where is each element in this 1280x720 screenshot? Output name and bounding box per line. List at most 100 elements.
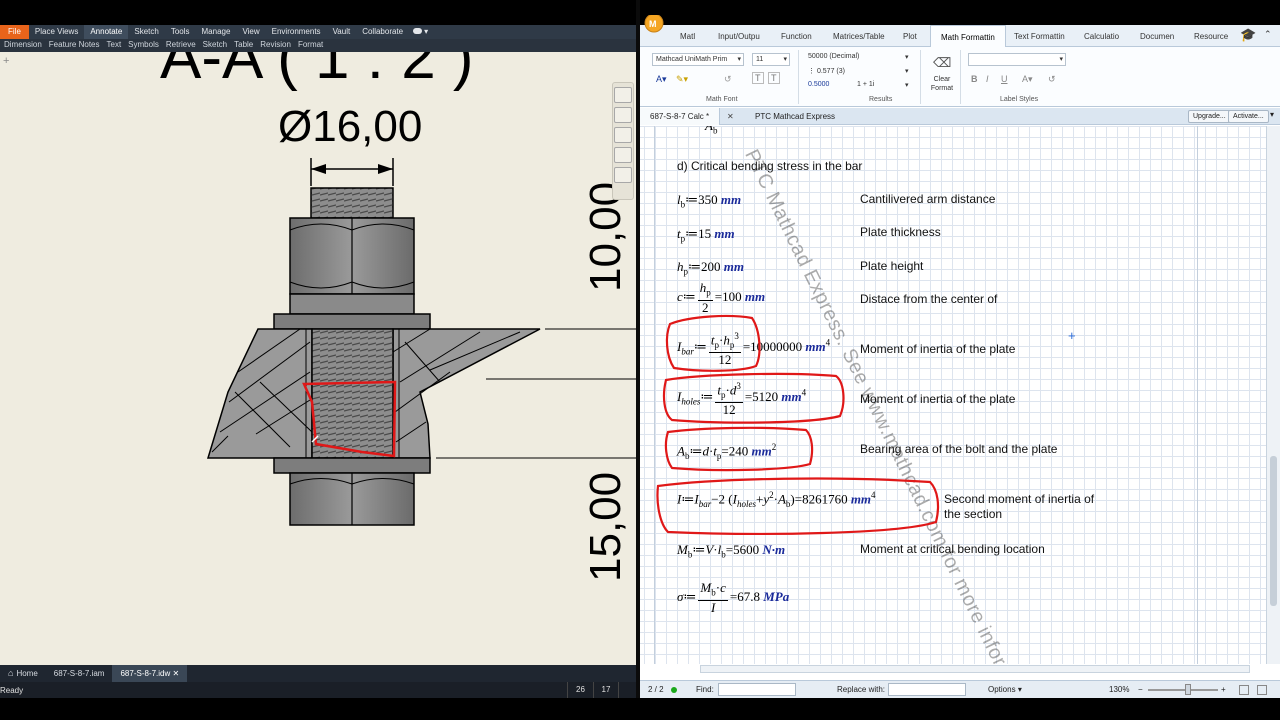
zoom-out-icon[interactable]: − (1138, 685, 1143, 694)
menu-view[interactable]: View (236, 25, 265, 39)
chevron-down-icon[interactable]: ▾ (905, 67, 909, 75)
menu-file[interactable]: File (0, 25, 29, 39)
undo-format-icon[interactable]: ↺ (724, 74, 732, 85)
ribbon-options-dropdown[interactable]: ▾ (409, 25, 432, 39)
tab-plots[interactable]: Plot (903, 32, 917, 41)
tab-home[interactable]: ⌂ Home (0, 665, 46, 682)
comment-i[interactable]: Second moment of inertia of (944, 492, 1094, 506)
undo-format-icon[interactable]: ↺ (1048, 74, 1056, 85)
comment-i-2[interactable]: the section (944, 507, 1002, 521)
panel-format[interactable]: Format (294, 39, 326, 52)
zoom-window-icon[interactable] (614, 167, 632, 183)
highlight-icon[interactable]: ✎▾ (676, 74, 688, 85)
comment-lb[interactable]: Cantilivered arm distance (860, 192, 995, 206)
diameter-dimension[interactable]: Ø16,00 (278, 102, 422, 151)
orbit-icon[interactable] (614, 147, 632, 163)
comment-iholes[interactable]: Moment of inertia of the plate (860, 392, 1015, 406)
chevron-down-icon[interactable]: ▾ (905, 81, 909, 89)
dimension-15[interactable]: 15,00 (581, 472, 630, 582)
math-region-lb[interactable]: lb≔350 mm (677, 192, 741, 210)
tab-math[interactable]: Matl (680, 32, 695, 41)
font-size-select[interactable]: 11 ▾ (752, 53, 790, 66)
activate-button[interactable]: Activate... (1228, 110, 1269, 123)
steering-wheel-icon[interactable] (614, 87, 632, 103)
tab-calculation[interactable]: Calculatio (1084, 32, 1119, 41)
panel-table[interactable]: Table (230, 39, 256, 52)
menu-sketch[interactable]: Sketch (128, 25, 164, 39)
panel-text[interactable]: Text (103, 39, 125, 52)
zoom-slider-handle[interactable] (1185, 684, 1191, 695)
panel-revision[interactable]: Revision (256, 39, 294, 52)
pan-icon[interactable] (614, 107, 632, 123)
panel-sketch[interactable]: Sketch (199, 39, 230, 52)
math-region-mb[interactable]: Mb≔V·lb=5600 N·m (677, 542, 785, 560)
comment-tp[interactable]: Plate thickness (860, 225, 941, 239)
menu-environments[interactable]: Environments (266, 25, 327, 39)
precision[interactable]: 0.5000 (808, 81, 829, 88)
horizontal-scrollbar[interactable] (700, 665, 1250, 673)
page-view-icon[interactable] (1239, 685, 1249, 695)
math-region-iholes[interactable]: Iholes≔ tp·d3 12 =5120 mm4 (677, 379, 806, 417)
font-color-icon[interactable]: A▾ (1022, 74, 1033, 85)
tab-matrices[interactable]: Matrices/Table (833, 32, 885, 41)
close-icon[interactable]: ✕ (173, 669, 180, 678)
chevron-up-icon[interactable]: ⌃ (1264, 29, 1272, 40)
upgrade-button[interactable]: Upgrade... (1188, 110, 1231, 123)
math-region-i[interactable]: I≔Ibar−2 (Iholes+y2·Ab)=8261760 mm4 (677, 490, 876, 509)
math-region-ibar[interactable]: Ibar≔ tp·hp3 12 =10000000 mm4 (677, 329, 830, 367)
tab-text-formatting[interactable]: Text Formattin (1014, 32, 1065, 41)
zoom-icon[interactable] (614, 127, 632, 143)
complex-format[interactable]: 1 + 1i (857, 81, 874, 88)
eraser-icon[interactable]: ⌫ (933, 55, 951, 71)
clear-format-button[interactable]: Clear Format (929, 75, 955, 93)
mathcad-logo-icon[interactable]: M (640, 15, 664, 35)
math-region-tp[interactable]: tp≔15 mm (677, 226, 735, 244)
chevron-down-icon[interactable]: ▾ (905, 53, 909, 61)
drawing-canvas[interactable]: + A-A ( 1 : 2 ) Ø16,00 10,00 15,00 (0, 52, 636, 665)
result-format[interactable]: 50000 (Decimal) (808, 53, 859, 60)
zoom-in-icon[interactable]: + (1221, 685, 1226, 694)
menu-manage[interactable]: Manage (196, 25, 237, 39)
math-region-c[interactable]: c≔ hp 2 =100 mm (677, 281, 765, 315)
find-input[interactable] (718, 683, 796, 696)
math-region-ab[interactable]: Ab≔d·tp=240 mm2 (677, 442, 776, 461)
menu-tools[interactable]: Tools (165, 25, 196, 39)
font-color-icon[interactable]: A▾ (656, 74, 667, 85)
panel-symbols[interactable]: Symbols (124, 39, 162, 52)
close-icon[interactable]: ✕ (727, 108, 734, 125)
tab-resources[interactable]: Resource (1194, 32, 1228, 41)
tab-input-output[interactable]: Input/Outpu (718, 32, 760, 41)
math-region-hp[interactable]: hp≔200 mm (677, 259, 744, 277)
font-name-select[interactable]: Mathcad UniMath Prim ▾ (652, 53, 744, 66)
worksheet[interactable]: PTC Mathcad Express. See www.mathcad.com… (640, 126, 1266, 664)
comment-ibar[interactable]: Moment of inertia of the plate (860, 342, 1015, 356)
menu-place-views[interactable]: Place Views (29, 25, 84, 39)
bold-button[interactable]: B (971, 74, 978, 84)
tab-document[interactable]: Documen (1140, 32, 1174, 41)
tab-functions[interactable]: Function (781, 32, 812, 41)
scroll-thumb[interactable] (1270, 456, 1277, 606)
panel-feature-notes[interactable]: Feature Notes (45, 39, 103, 52)
italic-math-icon[interactable]: T (768, 72, 780, 84)
bold-math-icon[interactable]: T (752, 72, 764, 84)
comment-hp[interactable]: Plate height (860, 259, 923, 273)
comment-ab[interactable]: Bearing area of the bolt and the plate (860, 442, 1057, 456)
comment-c[interactable]: Distace from the center of (860, 292, 997, 306)
tab-math-formatting[interactable]: Math Formattin (930, 25, 1006, 48)
italic-button[interactable]: I (986, 74, 989, 84)
label-style-select[interactable]: ▾ (968, 53, 1066, 66)
math-region-fragment[interactable]: Ab (705, 126, 717, 136)
menu-annotate[interactable]: Annotate (84, 25, 129, 39)
zoom-slider[interactable] (1148, 689, 1218, 691)
decimal-places[interactable]: ⋮ 0.577 (3) (808, 67, 845, 75)
math-region-sigma[interactable]: σ≔ Mb·c I =67.8 MPa (677, 581, 789, 615)
tab-assembly[interactable]: 687-S-8-7.iam (46, 665, 113, 682)
comment-mb[interactable]: Moment at critical bending location (860, 542, 1045, 556)
vertical-scrollbar[interactable] (1266, 126, 1280, 664)
tab-worksheet[interactable]: 687-S-8-7 Calc * (640, 108, 721, 125)
underline-button[interactable]: U (1001, 74, 1008, 84)
replace-input[interactable] (888, 683, 966, 696)
menu-vault[interactable]: Vault (327, 25, 357, 39)
options-dropdown[interactable]: Options ▾ (988, 685, 1022, 694)
menu-collaborate[interactable]: Collaborate (356, 25, 409, 39)
